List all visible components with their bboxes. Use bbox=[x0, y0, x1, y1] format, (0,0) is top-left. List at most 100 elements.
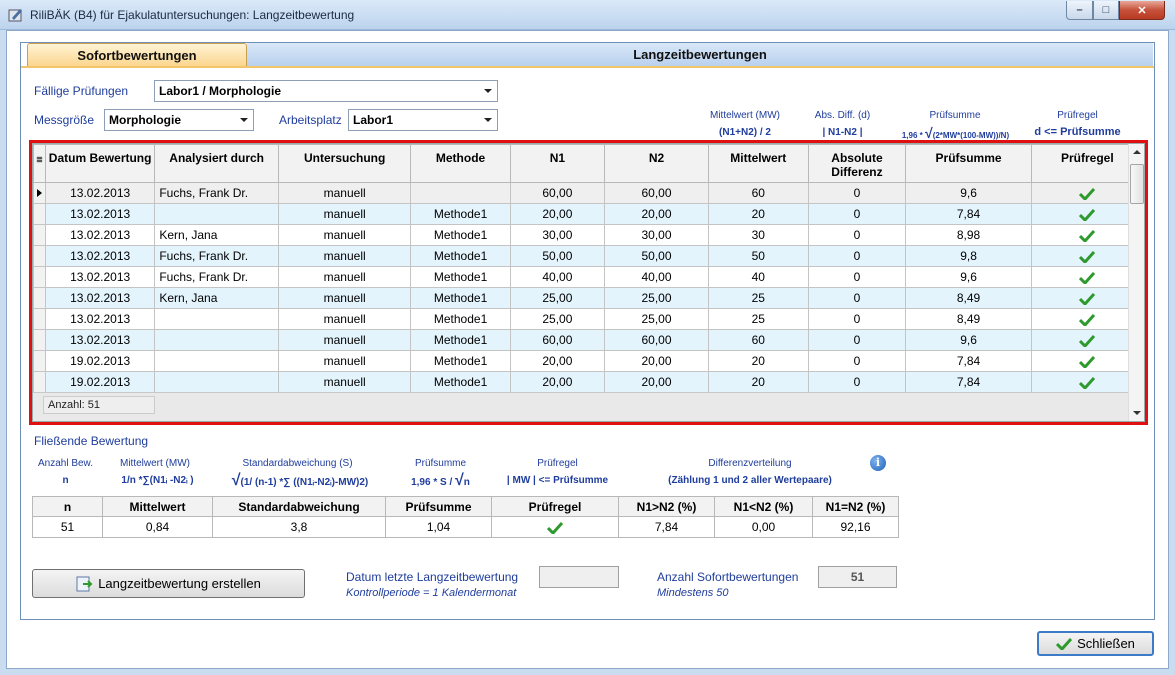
cell-sum[interactable]: 8,49 bbox=[905, 287, 1032, 309]
cell-analyst[interactable]: Kern, Jana bbox=[154, 287, 279, 309]
row-selector[interactable] bbox=[33, 224, 46, 246]
row-selector[interactable] bbox=[33, 245, 46, 267]
cell-diff[interactable]: 0 bbox=[807, 224, 907, 246]
cell-n1[interactable]: 20,00 bbox=[509, 371, 605, 393]
table-row[interactable]: 13.02.2013 manuell Methode1 60,00 60,00 60 0 9,… bbox=[33, 329, 1144, 351]
cell-n1[interactable]: 50,00 bbox=[509, 245, 605, 267]
cell-datum[interactable]: 19.02.2013 bbox=[44, 350, 156, 372]
cell-mw[interactable]: 20 bbox=[708, 350, 809, 372]
cell-untersuchung[interactable]: manuell bbox=[277, 224, 412, 246]
cell-methode[interactable]: Methode1 bbox=[410, 308, 511, 330]
cell-datum[interactable]: 13.02.2013 bbox=[44, 329, 156, 351]
cell-diff[interactable]: 0 bbox=[807, 308, 907, 330]
cell-untersuchung[interactable]: manuell bbox=[277, 287, 412, 309]
cell-n2[interactable]: 60,00 bbox=[603, 182, 710, 204]
cell-mw[interactable]: 30 bbox=[708, 224, 809, 246]
col-n1[interactable]: N1 bbox=[509, 144, 605, 183]
row-selector[interactable] bbox=[33, 287, 46, 309]
cell-diff[interactable]: 0 bbox=[807, 245, 907, 267]
table-row[interactable]: 19.02.2013 manuell Methode1 20,00 20,00 20 0 7,… bbox=[33, 371, 1144, 393]
table-row[interactable]: 13.02.2013 Fuchs, Frank Dr. manuell 60,00 60… bbox=[33, 182, 1144, 204]
table-row[interactable]: 13.02.2013 manuell Methode1 20,00 20,00 20 0 7,… bbox=[33, 203, 1144, 225]
cell-datum[interactable]: 13.02.2013 bbox=[44, 224, 156, 246]
cell-analyst[interactable] bbox=[154, 203, 279, 225]
cell-untersuchung[interactable]: manuell bbox=[277, 203, 412, 225]
cell-mw[interactable]: 40 bbox=[708, 266, 809, 288]
cell-untersuchung[interactable]: manuell bbox=[277, 266, 412, 288]
col-differenz[interactable]: Absolute Differenz bbox=[807, 144, 907, 183]
cell-pruefregel[interactable] bbox=[1030, 245, 1144, 267]
row-selector-header[interactable]: ≣ bbox=[33, 144, 46, 183]
cell-mw[interactable]: 50 bbox=[708, 245, 809, 267]
cell-mw[interactable]: 20 bbox=[708, 371, 809, 393]
scroll-thumb[interactable] bbox=[1130, 164, 1144, 204]
cell-methode[interactable]: Methode1 bbox=[410, 350, 511, 372]
cell-mw[interactable]: 20 bbox=[708, 203, 809, 225]
cell-methode[interactable]: Methode1 bbox=[410, 329, 511, 351]
cell-datum[interactable]: 19.02.2013 bbox=[44, 371, 156, 393]
cell-untersuchung[interactable]: manuell bbox=[277, 371, 412, 393]
cell-pruefregel[interactable] bbox=[1030, 182, 1144, 204]
cell-n2[interactable]: 25,00 bbox=[603, 308, 710, 330]
create-langzeit-button[interactable]: Langzeitbewertung erstellen bbox=[32, 569, 305, 598]
cell-mw[interactable]: 25 bbox=[708, 308, 809, 330]
cell-sum[interactable]: 9,8 bbox=[905, 245, 1032, 267]
cell-diff[interactable]: 0 bbox=[807, 266, 907, 288]
cell-pruefregel[interactable] bbox=[1030, 224, 1144, 246]
cell-sum[interactable]: 8,49 bbox=[905, 308, 1032, 330]
cell-sum[interactable]: 7,84 bbox=[905, 350, 1032, 372]
row-selector[interactable] bbox=[33, 371, 46, 393]
cell-datum[interactable]: 13.02.2013 bbox=[44, 308, 156, 330]
cell-untersuchung[interactable]: manuell bbox=[277, 245, 412, 267]
cell-methode[interactable]: Methode1 bbox=[410, 224, 511, 246]
table-row[interactable]: 13.02.2013 Kern, Jana manuell Methode1 30,00… bbox=[33, 224, 1144, 246]
sofort-grid[interactable]: ≣ Datum Bewertung Analysiert durch Unter… bbox=[32, 143, 1145, 422]
cell-n2[interactable]: 30,00 bbox=[603, 224, 710, 246]
cell-pruefregel[interactable] bbox=[1030, 308, 1144, 330]
row-selector[interactable] bbox=[33, 182, 46, 204]
info-icon[interactable]: i bbox=[870, 455, 886, 471]
table-row[interactable]: 13.02.2013 manuell Methode1 25,00 25,00 25 0 8,… bbox=[33, 308, 1144, 330]
cell-n1[interactable]: 30,00 bbox=[509, 224, 605, 246]
col-mittelwert[interactable]: Mittelwert bbox=[708, 144, 809, 183]
tab-langzeitbewertungen[interactable]: Langzeitbewertungen bbox=[247, 43, 1153, 67]
cell-analyst[interactable]: Fuchs, Frank Dr. bbox=[154, 182, 279, 204]
cell-n2[interactable]: 50,00 bbox=[603, 245, 710, 267]
table-row[interactable]: 13.02.2013 Kern, Jana manuell Methode1 25,00… bbox=[33, 287, 1144, 309]
cell-n1[interactable]: 40,00 bbox=[509, 266, 605, 288]
cell-analyst[interactable]: Fuchs, Frank Dr. bbox=[154, 245, 279, 267]
cell-untersuchung[interactable]: manuell bbox=[277, 350, 412, 372]
cell-analyst[interactable]: Kern, Jana bbox=[154, 224, 279, 246]
row-selector[interactable] bbox=[33, 266, 46, 288]
cell-pruefregel[interactable] bbox=[1030, 266, 1144, 288]
cell-untersuchung[interactable]: manuell bbox=[277, 329, 412, 351]
scroll-up-icon[interactable] bbox=[1133, 150, 1141, 154]
cell-methode[interactable]: Methode1 bbox=[410, 266, 511, 288]
cell-sum[interactable]: 8,98 bbox=[905, 224, 1032, 246]
cell-methode[interactable]: Methode1 bbox=[410, 287, 511, 309]
cell-datum[interactable]: 13.02.2013 bbox=[44, 245, 156, 267]
cell-analyst[interactable] bbox=[154, 329, 279, 351]
col-analysiert[interactable]: Analysiert durch bbox=[154, 144, 279, 183]
cell-mw[interactable]: 60 bbox=[708, 329, 809, 351]
cell-sum[interactable]: 7,84 bbox=[905, 371, 1032, 393]
maximize-button[interactable]: □ bbox=[1093, 1, 1119, 20]
cell-n1[interactable]: 60,00 bbox=[509, 329, 605, 351]
schliessen-button[interactable]: Schließen bbox=[1037, 631, 1154, 656]
cell-n2[interactable]: 20,00 bbox=[603, 203, 710, 225]
cell-n1[interactable]: 25,00 bbox=[509, 287, 605, 309]
cell-diff[interactable]: 0 bbox=[807, 287, 907, 309]
cell-analyst[interactable] bbox=[154, 350, 279, 372]
row-selector[interactable] bbox=[33, 203, 46, 225]
col-pruefregel[interactable]: Prüfregel bbox=[1030, 144, 1144, 183]
cell-untersuchung[interactable]: manuell bbox=[277, 308, 412, 330]
cell-pruefregel[interactable] bbox=[1030, 371, 1144, 393]
vertical-scrollbar[interactable] bbox=[1128, 144, 1144, 421]
cell-methode[interactable] bbox=[410, 182, 511, 204]
cell-n2[interactable]: 20,00 bbox=[603, 350, 710, 372]
col-untersuchung[interactable]: Untersuchung bbox=[277, 144, 412, 183]
close-window-button[interactable]: ✕ bbox=[1119, 1, 1165, 20]
minimize-button[interactable]: – bbox=[1066, 1, 1093, 20]
cell-pruefregel[interactable] bbox=[1030, 203, 1144, 225]
cell-sum[interactable]: 9,6 bbox=[905, 182, 1032, 204]
